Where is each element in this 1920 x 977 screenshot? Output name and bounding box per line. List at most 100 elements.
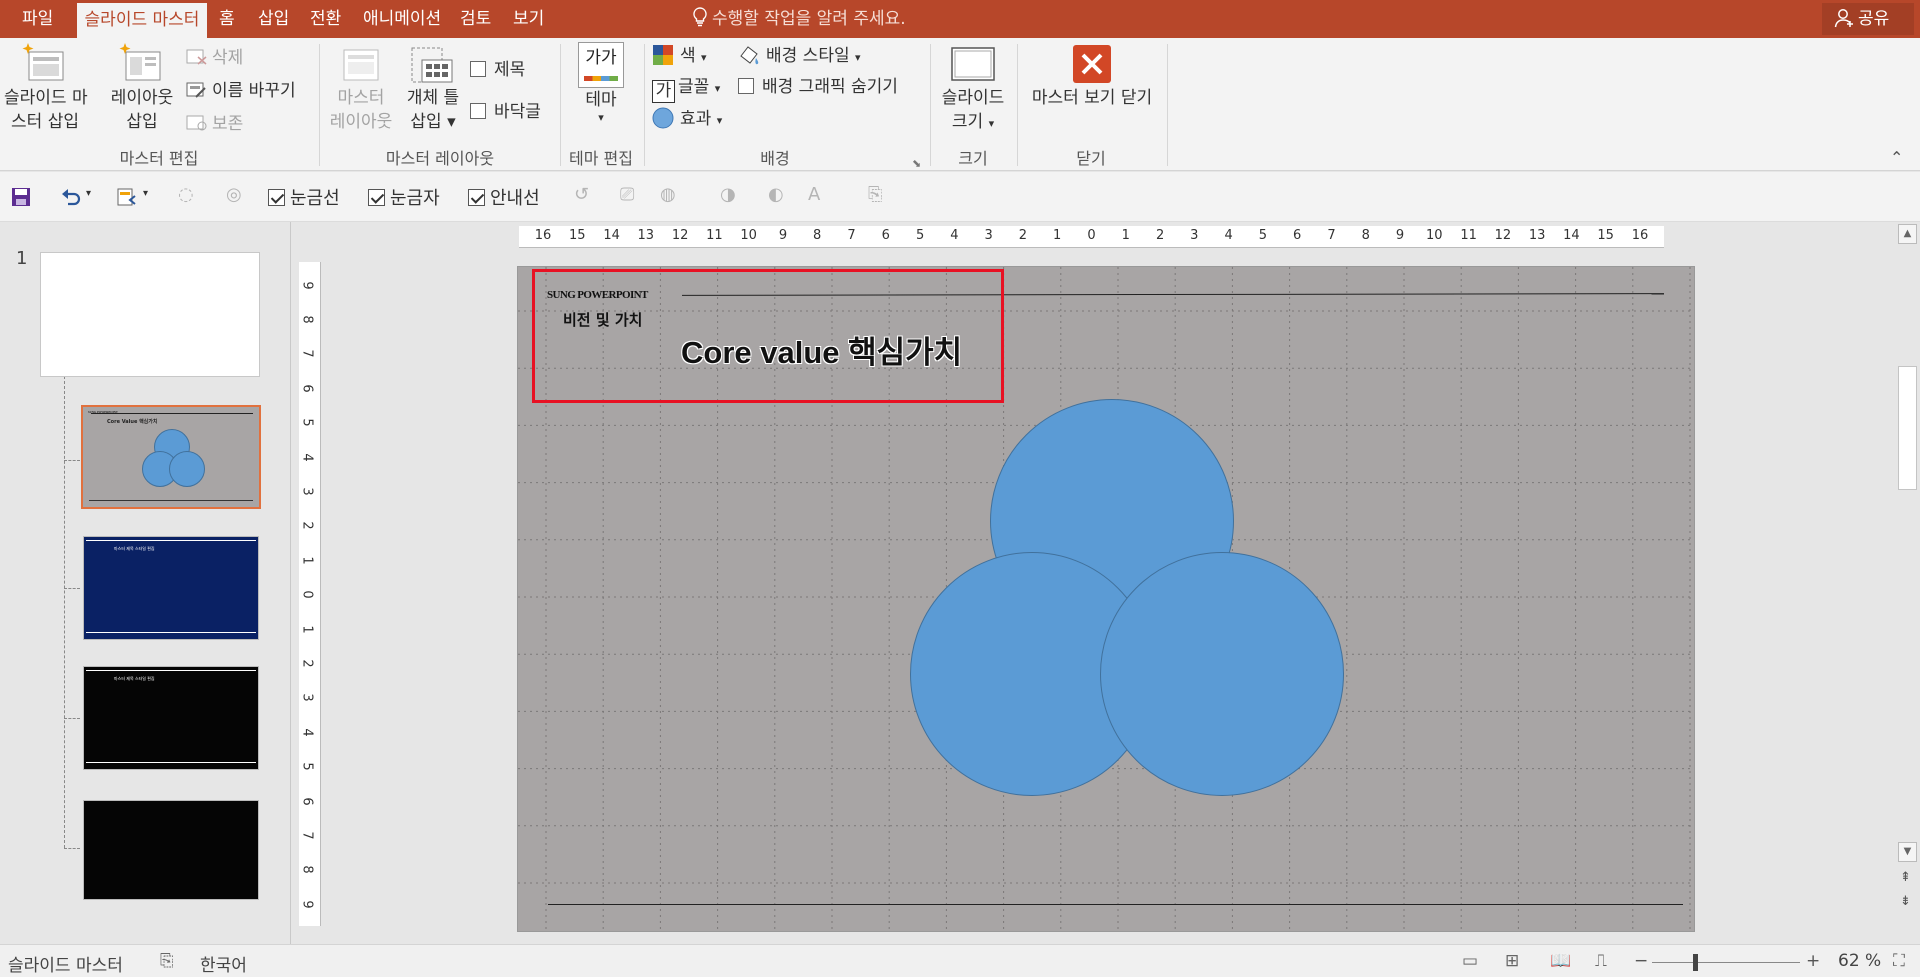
footer-checkbox-box[interactable] bbox=[470, 103, 486, 119]
preserve-button[interactable]: 보존 bbox=[186, 112, 243, 136]
slideshow-icon[interactable]: ⎚ bbox=[620, 184, 634, 205]
reuse-dropdown-icon[interactable]: ▾ bbox=[143, 188, 148, 199]
themes-button[interactable]: 가가 테마 ▾ bbox=[570, 42, 632, 124]
rename-icon bbox=[186, 82, 206, 98]
quick-access-toolbar: ▾ ▾ ◌ ◎ 눈금선 눈금자 안내선 ↺ ⎚ ◍ ◑ ◐ A ⎘ bbox=[0, 172, 1920, 222]
ruler-tick-label: 12 bbox=[1494, 228, 1512, 243]
shape-union-icon[interactable]: ◍ bbox=[660, 184, 676, 205]
fit-to-window-icon[interactable]: ⛶ bbox=[1893, 951, 1905, 971]
language-indicator[interactable]: 한국어 bbox=[200, 951, 247, 976]
delete-button[interactable]: 삭제 bbox=[186, 46, 243, 70]
effects-dropdown[interactable]: 효과 ▾ bbox=[652, 107, 722, 133]
tab-slide-master[interactable]: 슬라이드 마스터 bbox=[77, 3, 207, 38]
fonts-dropdown[interactable]: 가 글꼴 ▾ bbox=[652, 75, 720, 103]
title-checkbox-label: 제목 bbox=[494, 60, 526, 80]
share-button[interactable]: 공유 bbox=[1822, 3, 1914, 35]
save-icon[interactable] bbox=[10, 186, 32, 208]
scroll-down-arrow-icon[interactable]: ▼ bbox=[1898, 842, 1917, 862]
ruler-checkbox[interactable]: 눈금자 bbox=[368, 184, 440, 210]
group-label-size: 크기 bbox=[958, 149, 988, 168]
layout-thumbnail-selected[interactable]: SUNG POWERPOINT Core Value 핵심가치 bbox=[81, 405, 261, 509]
ruler-tick-label: 8 bbox=[299, 865, 315, 875]
gridlines-check[interactable] bbox=[268, 189, 285, 206]
title-checkbox[interactable]: 제목 bbox=[470, 58, 525, 82]
circle-right[interactable] bbox=[1100, 552, 1344, 796]
reading-view-icon[interactable]: 📖 bbox=[1550, 951, 1571, 971]
thumbnail-title: Core Value 핵심가치 bbox=[107, 419, 158, 425]
rename-button[interactable]: 이름 바꾸기 bbox=[186, 79, 296, 103]
hide-background-graphics-label: 배경 그래픽 숨기기 bbox=[762, 77, 898, 97]
scroll-up-arrow-icon[interactable]: ▲ bbox=[1898, 224, 1917, 244]
insert-placeholder-button[interactable]: 개체 틀 삽입 ▾ bbox=[400, 42, 466, 134]
vertical-scrollbar[interactable]: ▲ ▼ ⇞ ⇟ bbox=[1894, 222, 1920, 944]
normal-view-icon[interactable]: ▭ bbox=[1462, 951, 1478, 971]
guides-checkbox[interactable]: 안내선 bbox=[468, 184, 540, 210]
horizontal-ruler[interactable]: 16 15 14 13 12 11 10 9 8 7 6 5 4 3 2 1 0 1 2 3 4 5 6 7 8 9 10 11 12 1… bbox=[519, 226, 1664, 248]
slideshow-view-icon[interactable]: ⎍ bbox=[1595, 951, 1607, 971]
title-checkbox-box[interactable] bbox=[470, 61, 486, 77]
tab-file[interactable]: 파일 bbox=[22, 0, 53, 38]
layout-thumbnail-black-blank[interactable] bbox=[83, 800, 259, 900]
tab-animations[interactable]: 애니메이션 bbox=[363, 0, 441, 38]
layout-thumbnail-blue[interactable]: 마스터 제목 스타일 편집 bbox=[83, 536, 259, 640]
guides-check[interactable] bbox=[468, 189, 485, 206]
vertical-ruler[interactable]: 9 8 7 6 5 4 3 2 1 0 1 2 3 4 5 6 7 8 9 bbox=[299, 262, 321, 926]
insert-slide-master-button[interactable]: 슬라이드 마 스터 삽입 bbox=[4, 42, 88, 134]
close-master-view-button[interactable]: 마스터 보기 닫기 bbox=[1022, 42, 1162, 110]
thumbnail-line bbox=[89, 500, 253, 501]
slide-sorter-icon[interactable]: ⊞ bbox=[1505, 951, 1519, 971]
insert-layout-label-1: 레이아웃 bbox=[110, 88, 174, 108]
paste-icon[interactable]: ⎘ bbox=[868, 184, 882, 205]
slide-size-button[interactable]: 슬라이드 크기 ▾ bbox=[934, 42, 1012, 136]
tab-insert[interactable]: 삽입 bbox=[258, 0, 289, 38]
footer-checkbox-label: 바닥글 bbox=[494, 102, 541, 122]
layout-thumbnail-black[interactable]: 마스터 제목 스타일 편집 bbox=[83, 666, 259, 770]
shape-subtract-icon[interactable]: ◐ bbox=[768, 184, 784, 205]
undo-dropdown-icon[interactable]: ▾ bbox=[86, 188, 91, 199]
ruler-tick-label: 16 bbox=[1631, 228, 1649, 243]
ruler-tick-label: 5 bbox=[915, 228, 925, 243]
tab-home[interactable]: 홈 bbox=[219, 0, 235, 38]
powerpoint-window: 파일 슬라이드 마스터 홈 삽입 전환 애니메이션 검토 보기 수행할 작업을 … bbox=[0, 0, 1920, 977]
text-effects-icon[interactable]: A bbox=[808, 184, 820, 205]
ruler-tick-label: 10 bbox=[740, 228, 757, 243]
ruler-tick-label: 8 bbox=[299, 315, 315, 324]
colors-dropdown[interactable]: 색 ▾ bbox=[652, 44, 707, 70]
gridlines-checkbox[interactable]: 눈금선 bbox=[268, 184, 340, 210]
reuse-slides-icon[interactable] bbox=[116, 186, 138, 208]
accessibility-icon[interactable]: ⎘ bbox=[160, 951, 174, 971]
undo-icon[interactable] bbox=[60, 186, 82, 208]
scroll-thumb[interactable] bbox=[1898, 366, 1917, 490]
tab-view[interactable]: 보기 bbox=[513, 0, 544, 38]
ruler-check[interactable] bbox=[368, 189, 385, 206]
slide-canvas[interactable]: SUNG POWERPOINT 비전 및 가치 Core value 핵심가치 bbox=[517, 266, 1695, 932]
ruler-tick-label: 5 bbox=[299, 418, 315, 427]
tab-review[interactable]: 검토 bbox=[460, 0, 491, 38]
shape-intersect-icon[interactable]: ◑ bbox=[720, 184, 736, 205]
tell-me-box[interactable]: 수행할 작업을 알려 주세요. bbox=[692, 0, 906, 38]
zoom-level[interactable]: 62 % bbox=[1838, 951, 1881, 971]
zoom-in-icon[interactable]: + bbox=[1806, 951, 1820, 971]
next-slide-icon[interactable]: ⇟ bbox=[1900, 894, 1911, 909]
footer-checkbox[interactable]: 바닥글 bbox=[470, 100, 541, 124]
thumbnail-line bbox=[86, 540, 256, 541]
shape-merge-icon[interactable]: ◌ bbox=[178, 184, 194, 205]
rotate-icon[interactable]: ↺ bbox=[574, 184, 589, 205]
collapse-ribbon-icon[interactable]: ⌃ bbox=[1890, 146, 1903, 170]
hide-background-graphics-checkbox[interactable]: 배경 그래픽 숨기기 bbox=[738, 75, 898, 99]
master-layout-button[interactable]: 마스터 레이아웃 bbox=[326, 42, 396, 134]
share-label: 공유 bbox=[1858, 9, 1890, 29]
previous-slide-icon[interactable]: ⇞ bbox=[1900, 870, 1911, 885]
zoom-slider-track[interactable] bbox=[1652, 962, 1800, 963]
zoom-slider-thumb[interactable] bbox=[1692, 954, 1698, 971]
background-styles-dropdown[interactable]: 배경 스타일 ▾ bbox=[738, 44, 861, 70]
ruler-tick-label: 7 bbox=[299, 349, 315, 358]
shape-combine-icon[interactable]: ◎ bbox=[226, 184, 242, 205]
slide-master-thumbnail[interactable] bbox=[40, 252, 260, 377]
tab-transitions[interactable]: 전환 bbox=[310, 0, 341, 38]
insert-layout-button[interactable]: 레이아웃 삽입 bbox=[104, 42, 180, 134]
hide-background-graphics-box[interactable] bbox=[738, 78, 754, 94]
ruler-tick-label: 2 bbox=[299, 521, 315, 530]
ruler-tick-label: 8 bbox=[1361, 228, 1370, 243]
zoom-out-icon[interactable]: − bbox=[1634, 951, 1648, 971]
